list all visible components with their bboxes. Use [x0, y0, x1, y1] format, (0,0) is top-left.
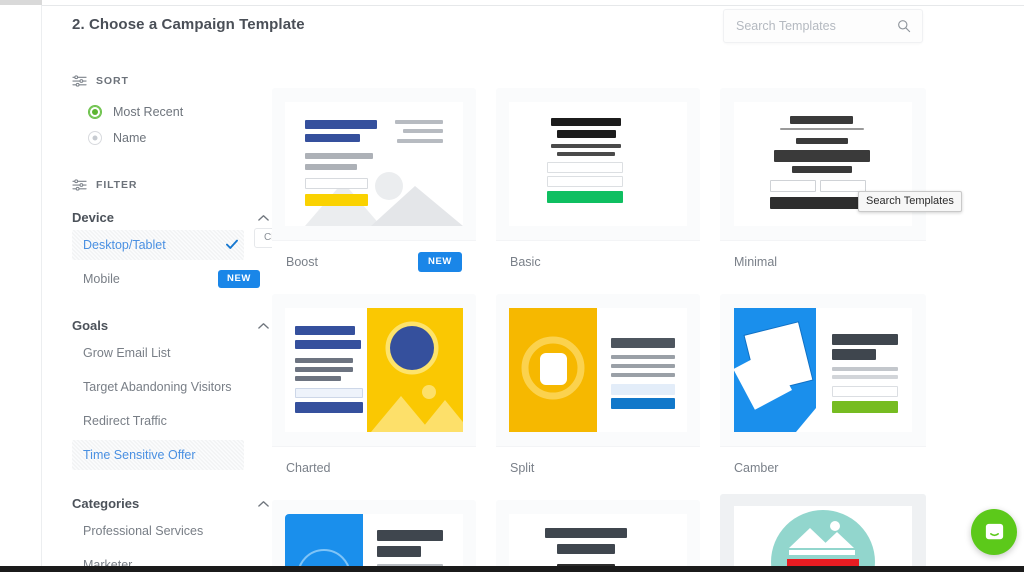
browser-bottom-strip — [0, 566, 1024, 572]
template-card-footer: Charted — [272, 446, 476, 489]
badge-new: NEW — [418, 252, 462, 272]
template-name: Minimal — [734, 255, 778, 269]
template-card-basic[interactable]: Basic — [496, 88, 700, 283]
template-thumbnail — [272, 294, 476, 446]
intercom-launcher-button[interactable] — [971, 509, 1017, 555]
sort-option-most-recent[interactable]: Most Recent — [88, 105, 183, 119]
radio-name[interactable] — [88, 131, 102, 145]
search-templates-tooltip: Search Templates — [858, 191, 962, 212]
template-grid: Boost NEW Basic Minimal Charted Split Ca… — [272, 82, 1024, 572]
group-title-categories: Categories — [72, 496, 140, 511]
browser-top-left-strip — [0, 0, 42, 5]
browser-left-gutter — [0, 0, 42, 572]
template-card-footer: Basic — [496, 240, 700, 283]
chat-bubble-icon — [985, 523, 1003, 539]
search-icon — [898, 20, 911, 33]
filter-item-label: Grow Email List — [83, 346, 171, 360]
template-name: Split — [510, 461, 535, 475]
filter-item-mobile[interactable]: Mobile NEW — [72, 264, 260, 294]
filters-sidebar: SORT Most Recent Name FILTER Clear Devic… — [42, 52, 298, 572]
app-screen: 2. Choose a Campaign Template SORT — [0, 0, 1024, 572]
template-thumbnail — [272, 500, 476, 572]
template-card-row3-third[interactable] — [720, 494, 926, 572]
radio-most-recent[interactable] — [88, 105, 102, 119]
filter-item-desktop-tablet[interactable]: Desktop/Tablet — [72, 230, 244, 260]
template-card-charted[interactable]: Charted — [272, 294, 476, 489]
sort-option-name[interactable]: Name — [88, 131, 146, 145]
template-card-split[interactable]: Split — [496, 294, 700, 489]
template-thumbnail — [496, 88, 700, 240]
template-card-footer: Boost NEW — [272, 240, 476, 283]
chevron-up-icon[interactable] — [258, 500, 269, 508]
filter-item-professional-services[interactable]: Professional Services — [72, 516, 244, 546]
filter-item-label: Redirect Traffic — [83, 414, 167, 428]
sort-label: SORT — [96, 75, 129, 87]
filter-item-label: Professional Services — [83, 524, 204, 538]
filter-item-redirect-traffic[interactable]: Redirect Traffic — [72, 406, 244, 436]
template-thumbnail — [720, 294, 926, 446]
badge-new: NEW — [218, 270, 260, 288]
group-title-device: Device — [72, 210, 114, 225]
template-card-footer: Split — [496, 446, 700, 489]
chevron-up-icon[interactable] — [258, 214, 269, 222]
template-card-camber[interactable]: Camber — [720, 294, 926, 489]
template-name: Camber — [734, 461, 779, 475]
template-thumbnail — [720, 88, 926, 240]
sort-header: SORT — [72, 74, 129, 88]
template-name: Basic — [510, 255, 541, 269]
chevron-up-icon[interactable] — [258, 322, 269, 330]
sliders-icon — [72, 75, 87, 87]
page-title: 2. Choose a Campaign Template — [72, 16, 305, 33]
filter-item-label: Desktop/Tablet — [83, 238, 166, 252]
sort-option-label: Most Recent — [113, 105, 184, 119]
template-card-minimal[interactable]: Minimal — [720, 88, 926, 283]
template-name: Charted — [286, 461, 331, 475]
filter-item-grow-email-list[interactable]: Grow Email List — [72, 338, 244, 368]
template-card-row3-first[interactable] — [272, 500, 476, 572]
template-thumbnail — [272, 88, 476, 240]
template-card-row3-second[interactable] — [496, 500, 700, 572]
filter-header: FILTER — [72, 178, 137, 192]
check-icon — [226, 239, 238, 249]
template-card-footer: Minimal — [720, 240, 926, 283]
search-templates-box[interactable] — [723, 9, 923, 43]
template-card-footer: Camber — [720, 446, 926, 489]
filter-label: FILTER — [96, 179, 138, 191]
template-card-boost[interactable]: Boost NEW — [272, 88, 476, 283]
sort-option-label: Name — [113, 131, 147, 145]
template-thumbnail — [496, 294, 700, 446]
template-thumbnail — [496, 500, 700, 572]
sliders-icon — [72, 179, 87, 191]
search-input[interactable] — [736, 10, 886, 42]
template-name: Boost — [286, 255, 318, 269]
filter-item-time-sensitive-offer[interactable]: Time Sensitive Offer — [72, 440, 244, 470]
filter-item-label: Time Sensitive Offer — [83, 448, 196, 462]
filter-item-label: Target Abandoning Visitors — [83, 380, 232, 394]
group-title-goals: Goals — [72, 318, 109, 333]
filter-item-target-abandoning-visitors[interactable]: Target Abandoning Visitors — [72, 372, 244, 402]
page-header: 2. Choose a Campaign Template — [42, 6, 1024, 52]
template-thumbnail — [720, 494, 926, 572]
filter-item-label: Mobile — [83, 272, 120, 286]
